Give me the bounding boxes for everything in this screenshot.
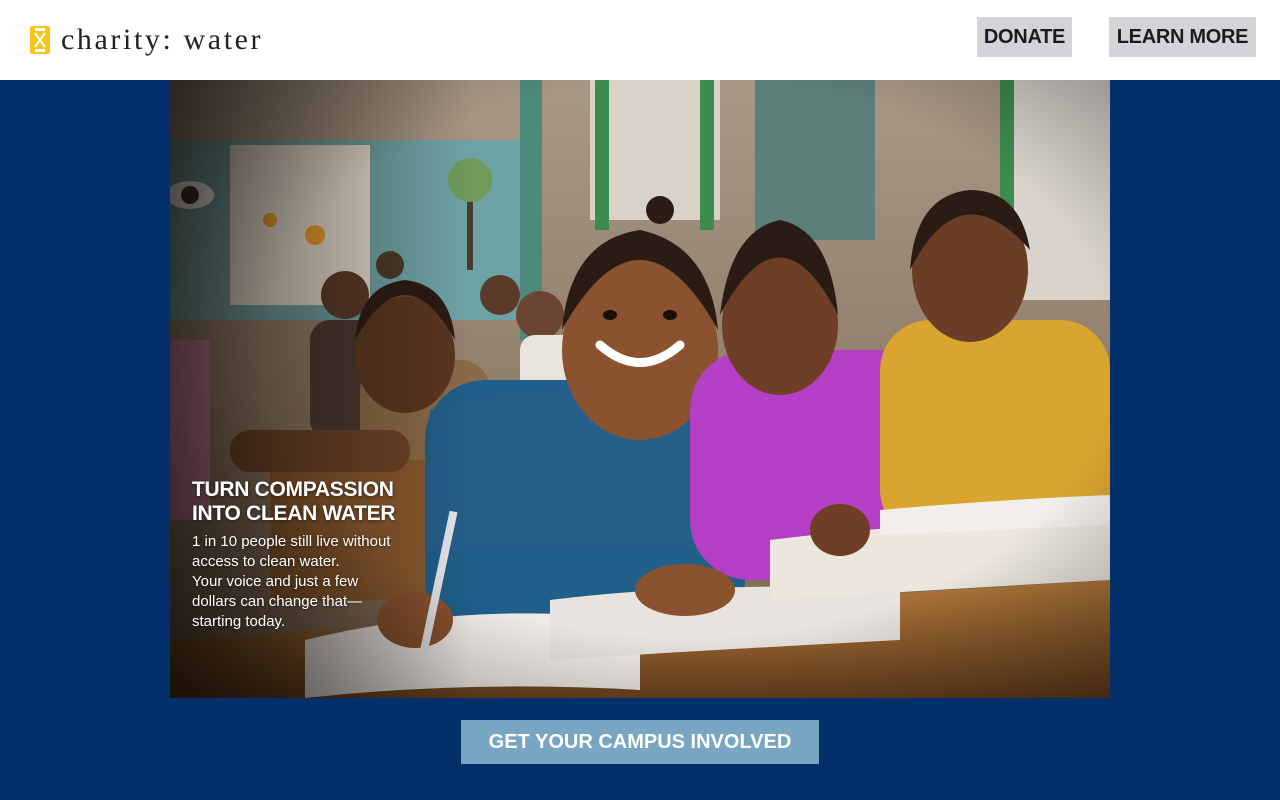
hero-title-line-2: INTO CLEAN WATER [192,502,396,525]
site-header: charity: water DONATE LEARN MORE [0,0,1280,80]
hero-description-line: access to clean water. [192,553,340,570]
charity-water-logo[interactable]: charity: water [29,22,263,58]
hero-description-line: Your voice and just a few [192,573,359,590]
get-campus-involved-button[interactable]: GET YOUR CAMPUS INVOLVED [461,720,819,764]
donate-button[interactable]: DONATE [977,17,1072,57]
hero-overlay-text: TURN COMPASSION INTO CLEAN WATER 1 in 10… [192,478,432,632]
hero-title-line-1: TURN COMPASSION [192,478,394,501]
brand-name: charity: water [61,23,264,56]
jerrycan-icon [30,26,50,54]
hero-description-line: dollars can change that— [192,593,363,610]
hero-description-line: 1 in 10 people still live without [192,533,391,550]
hero-description-line: starting today. [192,613,286,630]
hero-title: TURN COMPASSION INTO CLEAN WATER [192,478,432,526]
hero-description: 1 in 10 people still live without access… [192,532,432,632]
learn-more-button[interactable]: LEARN MORE [1109,17,1256,57]
